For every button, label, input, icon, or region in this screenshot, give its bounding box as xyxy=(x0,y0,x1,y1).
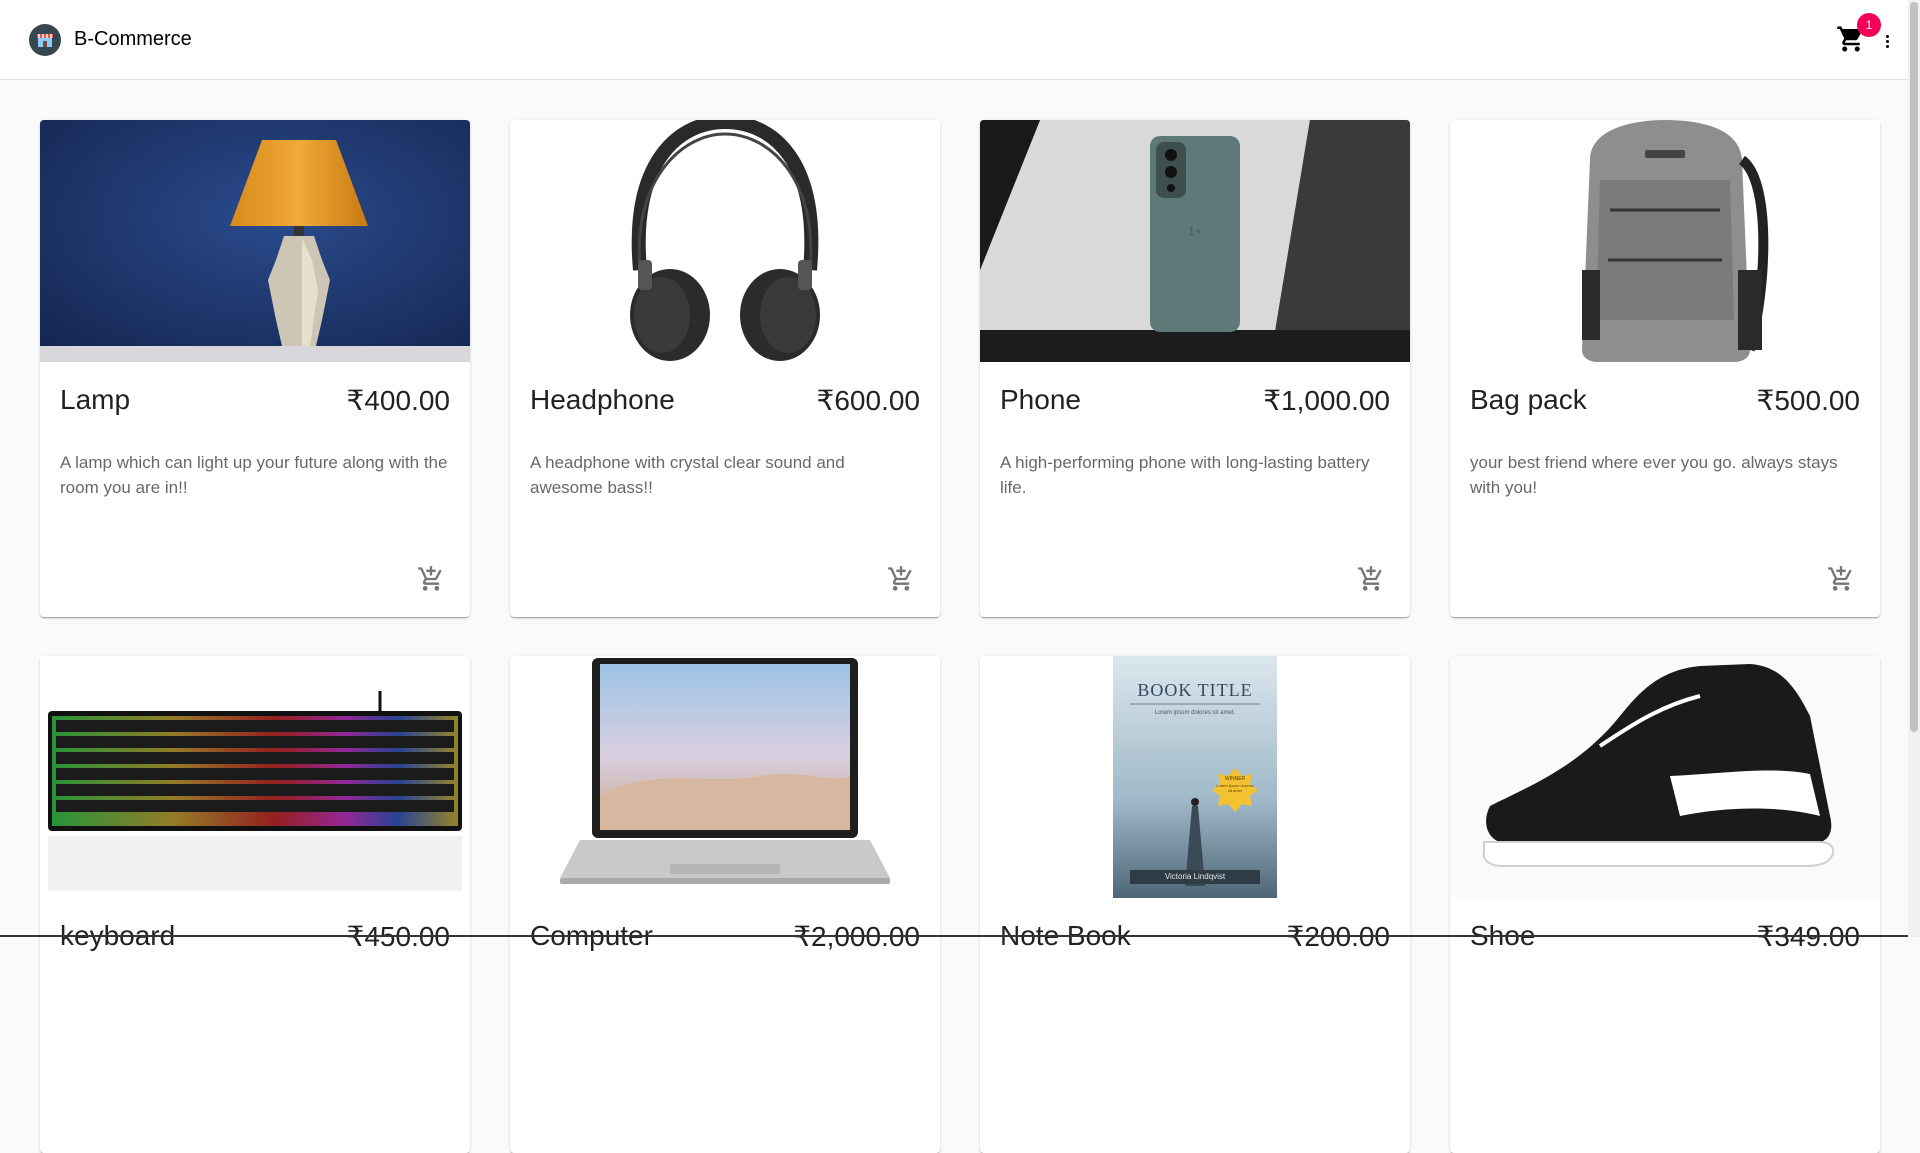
product-price: ₹1,000.00 xyxy=(1263,385,1390,416)
product-card-computer[interactable]: Computer ₹2,000.00 xyxy=(510,656,940,1153)
store-icon[interactable] xyxy=(29,24,61,56)
product-price: ₹600.00 xyxy=(816,385,920,416)
add-to-cart-button[interactable] xyxy=(884,562,918,596)
product-price: ₹400.00 xyxy=(346,385,450,416)
product-card-shoe[interactable]: PU Shoe ₹349.00 xyxy=(1450,656,1880,1153)
cart-count-badge: 1 xyxy=(1857,13,1881,37)
product-description: A high-performing phone with long-lastin… xyxy=(1000,453,1370,497)
backpack-image xyxy=(1450,120,1880,362)
product-name: Bag pack xyxy=(1470,384,1587,415)
lamp-image xyxy=(40,120,470,362)
product-card-headphone[interactable]: Headphone ₹600.00 A headphone with cryst… xyxy=(510,120,940,617)
book-cover-title: BOOK TITLE xyxy=(1137,680,1253,700)
product-card-keyboard[interactable]: keyboard ₹450.00 xyxy=(40,656,470,1153)
book-image: BOOK TITLE Lorem ipsum dolores sit amet.… xyxy=(980,656,1410,898)
add-to-cart-button[interactable] xyxy=(1824,562,1858,596)
phone-image: 1+ xyxy=(980,120,1410,362)
product-card-lamp[interactable]: Lamp ₹400.00 A lamp which can light up y… xyxy=(40,120,470,617)
add-to-cart-button[interactable] xyxy=(1354,562,1388,596)
product-description: A headphone with crystal clear sound and… xyxy=(530,453,845,497)
scrollbar-thumb[interactable] xyxy=(1910,2,1918,732)
brand-title[interactable]: B-Commerce xyxy=(74,28,192,51)
app-bar: B-Commerce 1 xyxy=(0,0,1908,80)
svg-text:PU: PU xyxy=(1780,784,1811,809)
headphone-image xyxy=(510,120,940,362)
more-vertical-icon[interactable] xyxy=(1882,30,1892,52)
svg-text:1+: 1+ xyxy=(1188,224,1202,238)
product-card-bagpack[interactable]: Bag pack ₹500.00 your best friend where … xyxy=(1450,120,1880,617)
product-price: ₹500.00 xyxy=(1756,385,1860,416)
add-to-cart-button[interactable] xyxy=(414,562,448,596)
book-cover-author: Victoria Lindqvist xyxy=(1164,872,1226,881)
product-card-notebook[interactable]: BOOK TITLE Lorem ipsum dolores sit amet.… xyxy=(980,656,1410,1153)
book-cover-subtitle: Lorem ipsum dolores sit amet. xyxy=(1154,710,1236,716)
add-shopping-cart-icon xyxy=(888,566,912,591)
vertical-scrollbar[interactable] xyxy=(1908,0,1920,937)
product-card-phone[interactable]: 1+ Phone ₹1,000.00 A high-performing pho… xyxy=(980,120,1410,617)
add-shopping-cart-icon xyxy=(418,566,442,591)
book-cover-badge-title: WINNER xyxy=(1224,776,1246,782)
product-name: Headphone xyxy=(530,384,675,415)
book-cover-badge-text: Lorem ipsum dolores sit amet xyxy=(1216,783,1254,793)
product-description: your best friend where ever you go. alwa… xyxy=(1470,453,1838,497)
add-shopping-cart-icon xyxy=(1358,566,1382,591)
product-description: A lamp which can light up your future al… xyxy=(60,453,448,497)
laptop-image xyxy=(510,656,940,898)
product-name: Phone xyxy=(1000,384,1081,415)
keyboard-image xyxy=(40,656,470,898)
add-shopping-cart-icon xyxy=(1828,566,1852,591)
shoe-image: PU xyxy=(1450,656,1880,898)
product-name: Lamp xyxy=(60,384,131,415)
